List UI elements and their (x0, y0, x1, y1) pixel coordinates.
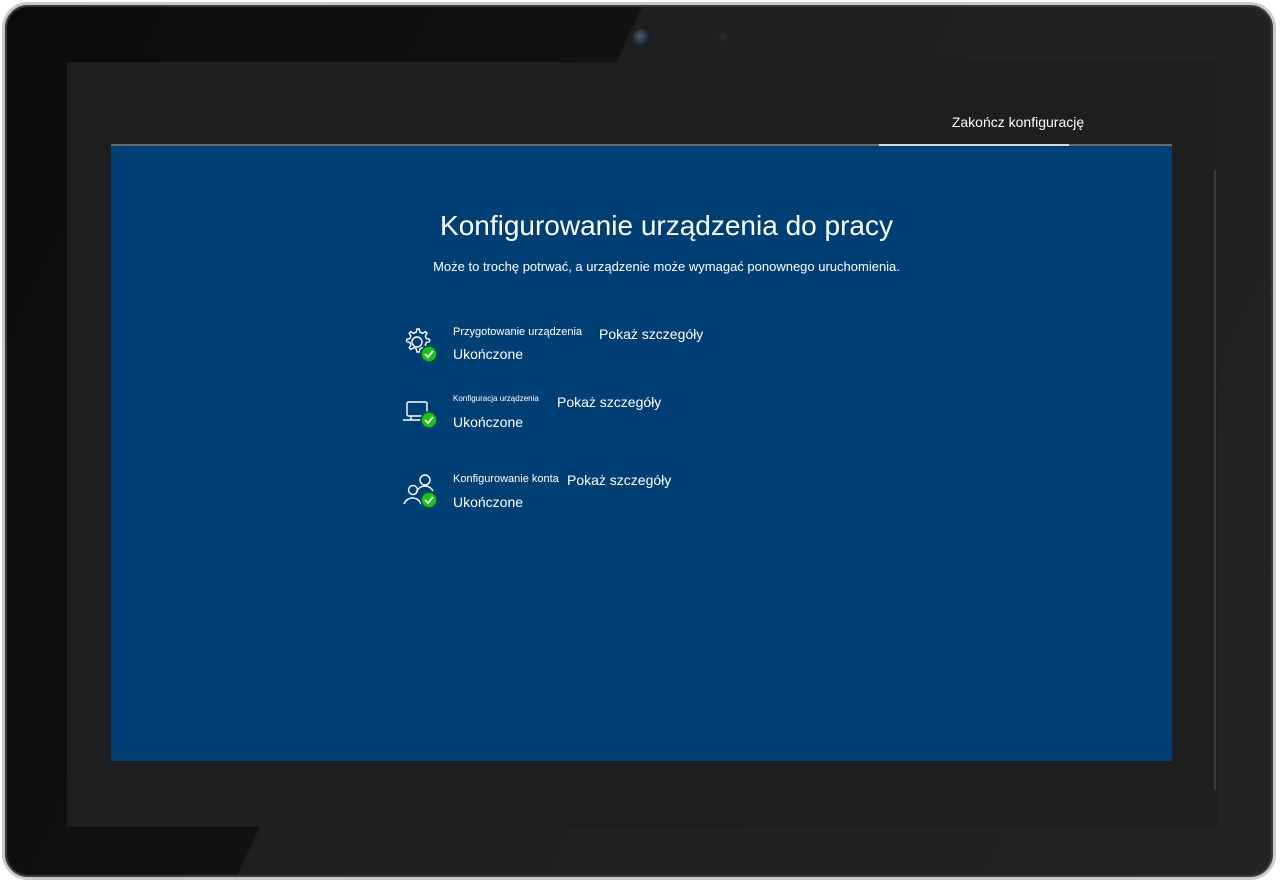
bezel-edge (1214, 170, 1216, 790)
show-details-link[interactable]: Pokaż szczegóły (599, 326, 703, 342)
screen: Zakończ konfigurację Konfigurowanie urzą… (67, 62, 1217, 827)
step-status: Ukończone (453, 346, 524, 362)
tab-finish-setup[interactable]: Zakończ konfigurację (923, 112, 1113, 132)
step-account-setup: Konfigurowanie konta Pokaż szczegóły Uko… (401, 472, 821, 522)
users-check-icon (403, 474, 438, 509)
bottom-bezel (67, 761, 1217, 827)
camera-icon (633, 29, 651, 47)
step-title: Konfiguracja urządzenia (453, 394, 539, 403)
page-title: Konfigurowanie urządzenia do pracy (440, 210, 893, 241)
sensor-icon (719, 33, 727, 41)
step-title: Konfigurowanie konta (453, 473, 559, 485)
step-title: Przygotowanie urządzenia (453, 326, 583, 338)
device-check-icon (403, 401, 438, 429)
top-bar: Zakończ konfigurację (67, 62, 1217, 146)
page-subtitle: Może to trochę potrwać, a urządzenie moż… (433, 259, 900, 274)
step-status: Ukończone (453, 494, 524, 510)
setup-panel: Konfigurowanie urządzenia do pracy Może … (111, 146, 1172, 761)
tablet-frame: Zakończ konfigurację Konfigurowanie urzą… (2, 2, 1276, 880)
step-device-setup: Konfiguracja urządzenia Pokaż szczegóły … (401, 394, 821, 444)
show-details-link[interactable]: Pokaż szczegóły (557, 394, 661, 410)
step-status: Ukończone (453, 414, 524, 430)
gear-check-icon (405, 328, 438, 363)
show-details-link[interactable]: Pokaż szczegóły (567, 472, 671, 488)
step-device-preparation: Przygotowanie urządzenia Pokaż szczegóły… (401, 326, 821, 376)
